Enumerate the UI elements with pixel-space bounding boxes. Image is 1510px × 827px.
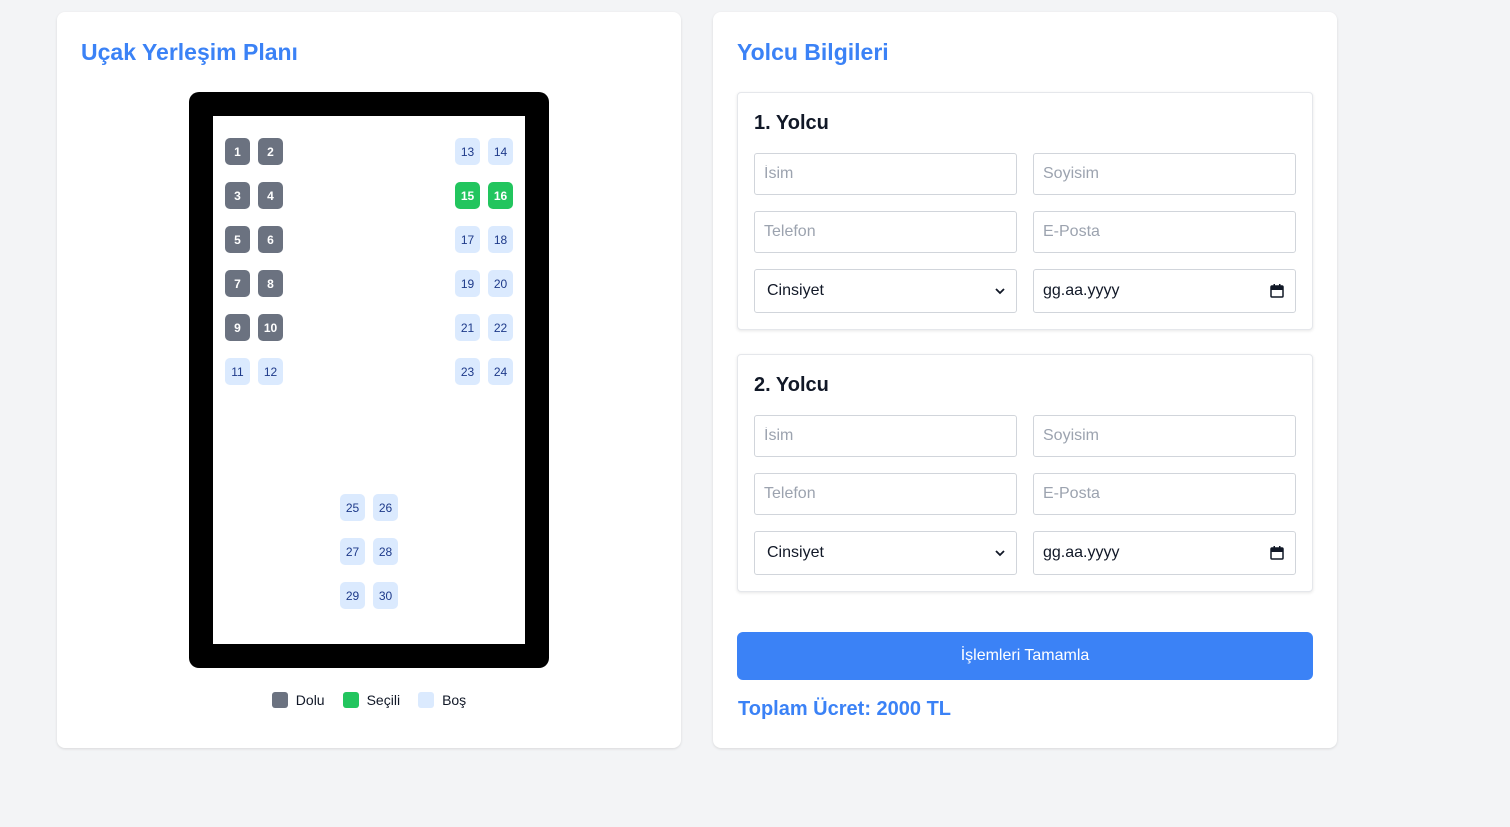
first-name-input-1[interactable] xyxy=(754,153,1017,195)
seat-9: 9 xyxy=(225,314,250,341)
legend-label-selected: Seçili xyxy=(366,692,401,708)
chevron-down-icon xyxy=(995,288,1005,295)
complete-button[interactable]: İşlemleri Tamamla xyxy=(737,632,1313,680)
seat-3: 3 xyxy=(225,182,250,209)
first-name-input-2[interactable] xyxy=(754,415,1017,457)
seat-12[interactable]: 12 xyxy=(258,358,283,385)
seat-20[interactable]: 20 xyxy=(488,270,513,297)
seat-21[interactable]: 21 xyxy=(455,314,480,341)
passenger-title-2: 2. Yolcu xyxy=(754,374,829,396)
seat-17[interactable]: 17 xyxy=(455,226,480,253)
seat-4: 4 xyxy=(258,182,283,209)
birth-date-input-1[interactable]: gg.aa.yyyy xyxy=(1033,269,1296,313)
seat-1: 1 xyxy=(225,138,250,165)
seat-7: 7 xyxy=(225,270,250,297)
phone-input-2[interactable] xyxy=(754,473,1017,515)
gender-select-2[interactable]: Cinsiyet xyxy=(754,531,1017,575)
seat-13[interactable]: 13 xyxy=(455,138,480,165)
plane-outline: 1 2 3 4 5 6 7 8 9 10 11 12 13 14 15 16 17 18 19 20 21 22 23 24 2… xyxy=(189,92,549,668)
seat-15[interactable]: 15 xyxy=(455,182,480,209)
birth-date-input-2[interactable]: gg.aa.yyyy xyxy=(1033,531,1296,575)
seat-11[interactable]: 11 xyxy=(225,358,250,385)
calendar-icon[interactable] xyxy=(1269,545,1285,561)
legend-item-selected: Seçili xyxy=(342,692,401,708)
gender-select-value-1: Cinsiyet xyxy=(767,282,824,299)
seat-19[interactable]: 19 xyxy=(455,270,480,297)
date-placeholder-1: gg.aa.yyyy xyxy=(1043,282,1120,299)
gender-select-value-2: Cinsiyet xyxy=(767,544,824,561)
seat-28[interactable]: 28 xyxy=(373,538,398,565)
legend-swatch-empty xyxy=(418,692,435,708)
date-placeholder-2: gg.aa.yyyy xyxy=(1043,544,1120,561)
seat-2: 2 xyxy=(258,138,283,165)
passenger-title-1: 1. Yolcu xyxy=(754,112,829,134)
legend-label-occupied: Dolu xyxy=(295,692,325,708)
seat-25[interactable]: 25 xyxy=(340,494,365,521)
legend-label-empty: Boş xyxy=(442,692,467,708)
legend-swatch-selected xyxy=(342,692,359,708)
passenger-info-card: Yolcu Bilgileri 1. Yolcu Cinsiyet gg.aa.… xyxy=(713,12,1337,748)
phone-input-1[interactable] xyxy=(754,211,1017,253)
chevron-down-icon xyxy=(995,550,1005,557)
seat-27[interactable]: 27 xyxy=(340,538,365,565)
legend-item-empty: Boş xyxy=(418,692,466,708)
plane-cabin: 1 2 3 4 5 6 7 8 9 10 11 12 13 14 15 16 17 18 19 20 21 22 23 24 2… xyxy=(213,116,525,644)
seat-10: 10 xyxy=(258,314,283,341)
legend-item-occupied: Dolu xyxy=(271,692,325,708)
last-name-input-1[interactable] xyxy=(1033,153,1296,195)
seat-18[interactable]: 18 xyxy=(488,226,513,253)
last-name-input-2[interactable] xyxy=(1033,415,1296,457)
seat-22[interactable]: 22 xyxy=(488,314,513,341)
seat-26[interactable]: 26 xyxy=(373,494,398,521)
gender-select-1[interactable]: Cinsiyet xyxy=(754,269,1017,313)
seat-29[interactable]: 29 xyxy=(340,582,365,609)
seat-5: 5 xyxy=(225,226,250,253)
passenger-form-2: 2. Yolcu Cinsiyet gg.aa.yyyy xyxy=(737,354,1313,592)
email-input-2[interactable] xyxy=(1033,473,1296,515)
legend-swatch-occupied xyxy=(271,692,288,708)
seat-14[interactable]: 14 xyxy=(488,138,513,165)
seat-8: 8 xyxy=(258,270,283,297)
seat-23[interactable]: 23 xyxy=(455,358,480,385)
calendar-icon[interactable] xyxy=(1269,283,1285,299)
seat-30[interactable]: 30 xyxy=(373,582,398,609)
passenger-form-1: 1. Yolcu Cinsiyet gg.aa.yyyy xyxy=(737,92,1313,330)
seat-6: 6 xyxy=(258,226,283,253)
seat-map-card: Uçak Yerleşim Planı 1 2 3 4 5 6 7 8 9 10 11 12 13 14 1… xyxy=(57,12,681,748)
seat-map-title: Uçak Yerleşim Planı xyxy=(81,39,298,65)
passenger-info-title: Yolcu Bilgileri xyxy=(737,39,889,65)
seat-24[interactable]: 24 xyxy=(488,358,513,385)
seat-legend: Dolu Seçili Boş xyxy=(57,692,681,708)
total-price: Toplam Ücret: 2000 TL xyxy=(738,698,952,720)
email-input-1[interactable] xyxy=(1033,211,1296,253)
seat-16[interactable]: 16 xyxy=(488,182,513,209)
